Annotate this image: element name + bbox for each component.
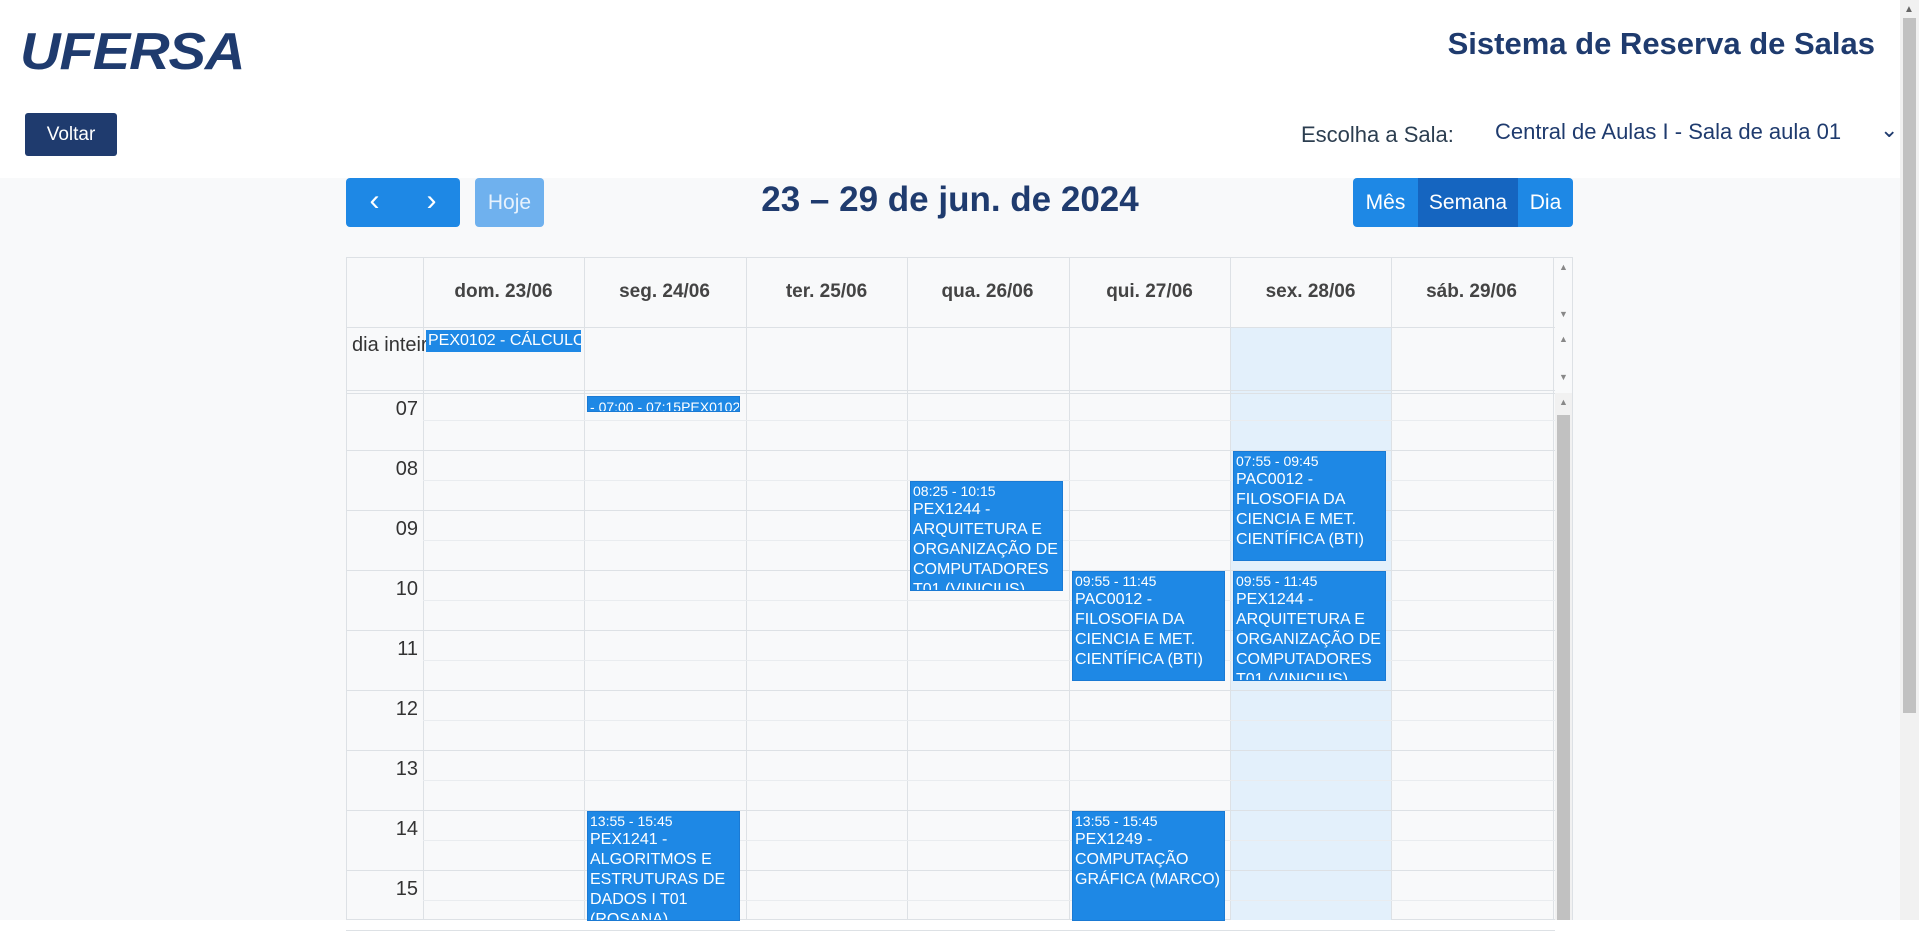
ufersa-logo: UFERSA bbox=[20, 23, 245, 81]
event-title: PEX1249 - COMPUTAÇÃO GRÁFICA (MARCO) bbox=[1075, 831, 1220, 888]
grid-row-line bbox=[346, 393, 1555, 394]
day-header[interactable]: qua. 26/06 bbox=[907, 257, 1068, 327]
hour-label: 09 bbox=[395, 518, 418, 540]
page-scrollbar[interactable]: ▲ bbox=[1900, 0, 1919, 920]
hour-label: 11 bbox=[397, 638, 418, 660]
view-month-button[interactable]: Mês bbox=[1353, 178, 1418, 227]
calendar-event[interactable]: 07:55 - 09:45 PAC0012 - FILOSOFIA DA CIEN… bbox=[1233, 451, 1386, 561]
event-time: 13:55 - 15:45 bbox=[1075, 813, 1158, 829]
hour-label: 14 bbox=[395, 818, 418, 840]
header-scroll-up-icon[interactable]: ▲ bbox=[1555, 262, 1572, 272]
prev-week-button[interactable]: ‹ bbox=[346, 178, 403, 227]
top-header: UFERSA Sistema de Reserva de Salas Volta… bbox=[0, 0, 1900, 178]
hour-line bbox=[346, 810, 1555, 811]
hour-label: 12 bbox=[395, 698, 418, 720]
today-button[interactable]: Hoje bbox=[475, 178, 544, 227]
event-title: PEX1241 - ALGORITMOS E ESTRUTURAS DE DAD… bbox=[590, 831, 726, 921]
hour-label: 13 bbox=[395, 758, 418, 780]
chevron-right-icon: › bbox=[426, 184, 437, 217]
page-scroll-up-icon[interactable]: ▲ bbox=[1904, 4, 1914, 15]
page-scrollbar-thumb[interactable] bbox=[1903, 18, 1916, 713]
calendar-event[interactable]: 13:55 - 15:45 PEX1249 - COMPUTAÇÃO GRÁFIC… bbox=[1072, 811, 1225, 921]
hour-line bbox=[346, 870, 1555, 871]
half-hour-line bbox=[423, 780, 1555, 781]
day-header[interactable]: dom. 23/06 bbox=[423, 257, 584, 327]
event-time: 07:00 - 07:15 bbox=[598, 399, 682, 412]
grid-column-line bbox=[746, 257, 747, 920]
chevron-down-icon: ⌄ bbox=[1880, 117, 1899, 142]
hour-label: 08 bbox=[395, 458, 418, 480]
event-title: PAC0012 - FILOSOFIA DA CIENCIA E MET. CI… bbox=[1075, 591, 1203, 668]
hour-label: 07 bbox=[395, 398, 418, 420]
hour-line bbox=[346, 750, 1555, 751]
grid-column-line bbox=[1553, 257, 1554, 920]
event-time: 13:55 - 15:45 bbox=[590, 813, 673, 829]
day-header[interactable]: sáb. 29/06 bbox=[1391, 257, 1552, 327]
grid-column-line bbox=[1391, 257, 1392, 920]
grid-column-line bbox=[584, 257, 585, 920]
grid-column-line bbox=[1230, 257, 1231, 920]
calendar-event[interactable]: 13:55 - 15:45 PEX1241 - ALGORITMOS E ESTR… bbox=[587, 811, 740, 921]
back-button[interactable]: Voltar bbox=[25, 113, 117, 156]
calendar-event[interactable]: 09:55 - 11:45 PAC0012 - FILOSOFIA DA CIEN… bbox=[1072, 571, 1225, 681]
body-scroll-up-icon[interactable]: ▲ bbox=[1555, 397, 1572, 407]
grid-column-line bbox=[1069, 257, 1070, 920]
event-separator: - bbox=[590, 399, 599, 412]
grid-row-line bbox=[346, 390, 1555, 391]
allday-scroll-up-icon[interactable]: ▲ bbox=[1555, 334, 1572, 344]
half-hour-line bbox=[423, 720, 1555, 721]
day-header[interactable]: sex. 28/06 bbox=[1230, 257, 1391, 327]
app-title: Sistema de Reserva de Salas bbox=[1447, 26, 1875, 61]
half-hour-line bbox=[423, 420, 1555, 421]
hour-label: 15 bbox=[395, 878, 418, 900]
chevron-left-icon: ‹ bbox=[369, 184, 380, 217]
header-scroll-down-icon[interactable]: ▼ bbox=[1555, 309, 1572, 319]
event-title: PEX0102 bbox=[681, 399, 740, 412]
view-switcher: Mês Semana Dia bbox=[1353, 178, 1573, 227]
calendar-scrollbar[interactable]: ▲ bbox=[1555, 393, 1572, 920]
grid-column-line bbox=[907, 257, 908, 920]
hour-line bbox=[346, 690, 1555, 691]
event-title: PEX1244 - ARQUITETURA E ORGANIZAÇÃO DE C… bbox=[913, 501, 1058, 591]
date-range-title: 23 – 29 de jun. de 2024 bbox=[761, 180, 1139, 219]
event-title: PAC0012 - FILOSOFIA DA CIENCIA E MET. CI… bbox=[1236, 471, 1364, 548]
grid-row-line bbox=[346, 327, 1555, 328]
event-time: 07:55 - 09:45 bbox=[1236, 453, 1319, 469]
room-select-value: Central de Aulas I - Sala de aula 01 bbox=[1495, 119, 1842, 144]
room-select-label: Escolha a Sala: bbox=[1301, 122, 1454, 147]
view-day-button[interactable]: Dia bbox=[1518, 178, 1573, 227]
day-header[interactable]: seg. 24/06 bbox=[584, 257, 745, 327]
event-time: 08:25 - 10:15 bbox=[913, 483, 996, 499]
calendar-event[interactable]: 08:25 - 10:15 PEX1244 - ARQUITETURA E ORG… bbox=[910, 481, 1063, 591]
event-time: 09:55 - 11:45 bbox=[1236, 573, 1318, 589]
event-time: 09:55 - 11:45 bbox=[1075, 573, 1157, 589]
hour-label: 10 bbox=[395, 578, 418, 600]
calendar-event[interactable]: - 07:00 - 07:15PEX0102 bbox=[587, 396, 740, 412]
day-header[interactable]: ter. 25/06 bbox=[746, 257, 907, 327]
view-week-button[interactable]: Semana bbox=[1418, 178, 1518, 227]
allday-scroll-down-icon[interactable]: ▼ bbox=[1555, 372, 1572, 382]
calendar-event[interactable]: 09:55 - 11:45 PEX1244 - ARQUITETURA E ORG… bbox=[1233, 571, 1386, 681]
next-week-button[interactable]: › bbox=[403, 178, 460, 227]
calendar-scrollbar-thumb[interactable] bbox=[1557, 415, 1570, 920]
room-select[interactable]: Central de Aulas I - Sala de aula 01 ⌄ bbox=[1495, 117, 1898, 145]
allday-event[interactable]: PEX0102 - CÁLCULO bbox=[426, 330, 581, 352]
nav-button-group: ‹ › bbox=[346, 178, 460, 227]
day-header[interactable]: qui. 27/06 bbox=[1069, 257, 1230, 327]
event-title: PEX1244 - ARQUITETURA E ORGANIZAÇÃO DE C… bbox=[1236, 591, 1381, 681]
